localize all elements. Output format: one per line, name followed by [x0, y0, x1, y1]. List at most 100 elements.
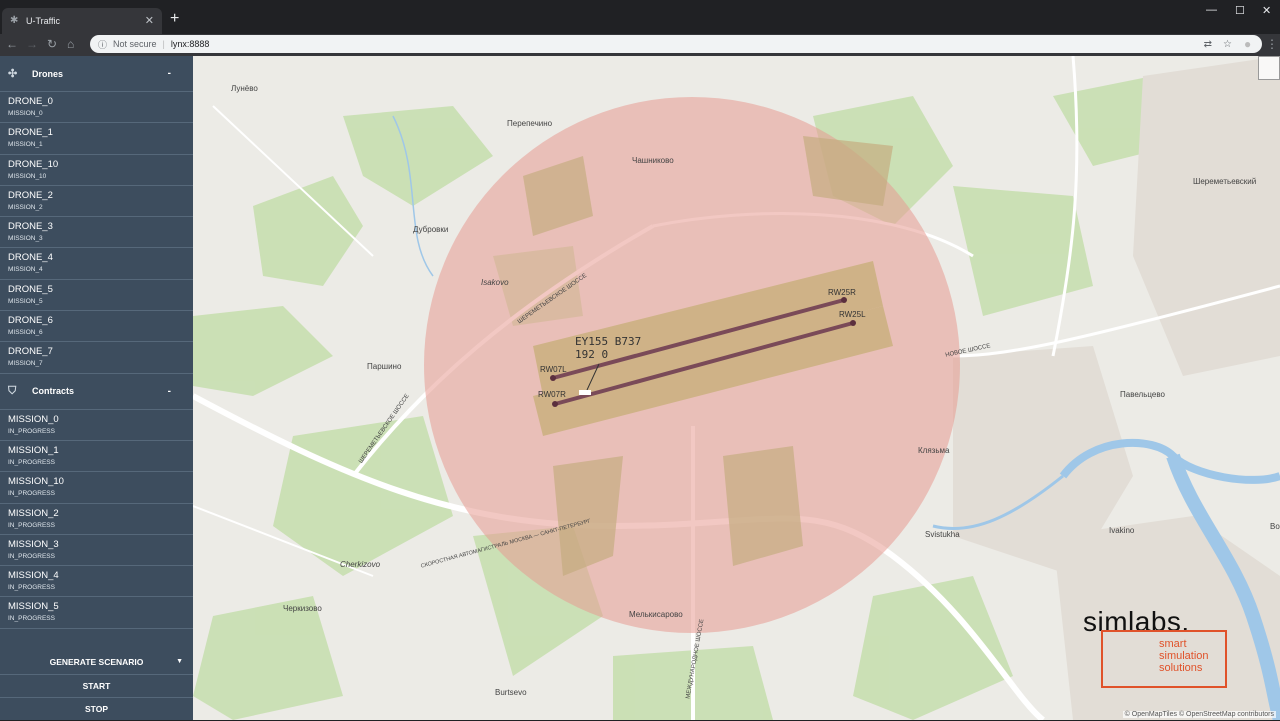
contract-status: IN_PROGRESS — [8, 552, 55, 560]
drone-list-item[interactable]: DRONE_10 MISSION_10 — [0, 155, 193, 186]
stop-button[interactable]: STOP — [0, 697, 193, 721]
security-status: Not secure — [113, 39, 157, 49]
simlabs-logo: simlabs. smart simulation solutions — [1083, 606, 1273, 696]
drone-name: DRONE_2 — [8, 189, 53, 201]
drone-name: DRONE_0 — [8, 96, 53, 107]
map-view[interactable]: Лунёво Перепечино Чашниково Шереметьевск… — [193, 56, 1280, 720]
menu-kebab-icon[interactable]: ⋮ — [1266, 37, 1278, 51]
runway-label: RW25L — [839, 310, 866, 319]
place-label: Перепечино — [507, 119, 553, 128]
drone-mission: MISSION_5 — [8, 297, 43, 305]
drone-name: DRONE_3 — [8, 221, 53, 233]
drone-mission: MISSION_10 — [8, 172, 47, 180]
drones-section-header[interactable]: ✣ Drones - — [0, 56, 193, 92]
reload-icon[interactable]: ↻ — [47, 37, 57, 51]
contract-list-item[interactable]: MISSION_2 IN_PROGRESS — [0, 504, 193, 535]
place-label: Cherkizovo — [340, 560, 381, 569]
contract-name: MISSION_5 — [8, 601, 59, 613]
maximize-icon[interactable]: ☐ — [1235, 4, 1245, 17]
info-icon[interactable]: ⓘ — [98, 38, 107, 51]
place-label: Чашниково — [632, 156, 674, 165]
drones-title: Drones — [32, 68, 64, 79]
start-label: START — [82, 680, 111, 691]
place-label: Isakovo — [481, 278, 509, 287]
back-icon[interactable]: ← — [6, 37, 18, 51]
drone-list-item[interactable]: DRONE_3 MISSION_3 — [0, 217, 193, 249]
contract-name: MISSION_1 — [8, 444, 59, 456]
drone-mission: MISSION_3 — [8, 235, 43, 243]
contract-list-item[interactable]: MISSION_5 IN_PROGRESS — [0, 597, 193, 629]
browser-tab-strip: ✱ U-Traffic ✕ + — ☐ ✕ — [0, 0, 1280, 34]
new-tab-button[interactable]: + — [170, 10, 179, 28]
place-label: Паршино — [367, 362, 402, 371]
browser-tab[interactable]: ✱ U-Traffic ✕ — [2, 8, 162, 34]
collapse-icon[interactable]: - — [168, 386, 171, 397]
contract-status: IN_PROGRESS — [8, 615, 55, 623]
contracts-section-header[interactable]: ⛉ Contracts - — [0, 374, 193, 410]
drone-mission: MISSION_1 — [8, 141, 43, 149]
drone-list-item[interactable]: DRONE_2 MISSION_2 — [0, 186, 193, 218]
generate-scenario-button[interactable]: GENERATE SCENARIO ▼ — [0, 650, 193, 674]
map-attribution[interactable]: © OpenMapTiles © OpenStreetMap contribut… — [1122, 711, 1276, 718]
drone-list-item[interactable]: DRONE_1 MISSION_1 — [0, 123, 193, 155]
drone-icon: ✣ — [8, 68, 18, 80]
drone-list: DRONE_0 MISSION_0 DRONE_1 MISSION_1 DRONE_10… — [0, 92, 193, 374]
drone-list-item[interactable]: DRONE_4 MISSION_4 — [0, 248, 193, 280]
place-label: Лунёво — [231, 84, 258, 93]
address-bar[interactable]: ⓘ Not secure | lynx:8888 ⇄ ☆ — [90, 35, 1262, 53]
drone-list-item[interactable]: DRONE_5 MISSION_5 — [0, 280, 193, 312]
home-icon[interactable]: ⌂ — [67, 37, 74, 51]
translate-icon[interactable]: ⇄ — [1204, 39, 1212, 50]
contracts-title: Contracts — [32, 386, 75, 397]
contract-list-item[interactable]: MISSION_1 IN_PROGRESS — [0, 441, 193, 473]
generate-scenario-label: GENERATE SCENARIO — [49, 656, 144, 667]
contract-status: IN_PROGRESS — [8, 521, 55, 529]
logo-tagline: smart simulation solutions — [1159, 638, 1209, 674]
drone-name: DRONE_10 — [8, 158, 59, 170]
place-label: Мелькисарово — [629, 610, 683, 619]
contract-list-item[interactable]: MISSION_3 IN_PROGRESS — [0, 535, 193, 567]
contract-status: IN_PROGRESS — [8, 427, 55, 435]
sidebar: ✣ Drones - DRONE_0 MISSION_0 DRONE_1 MISSIO… — [0, 56, 193, 720]
place-label: Дубровки — [413, 225, 449, 234]
aircraft-altitude: 192 0 — [575, 348, 609, 361]
chevron-down-icon: ▼ — [176, 658, 183, 666]
contract-list-item[interactable]: MISSION_4 IN_PROGRESS — [0, 566, 193, 598]
place-label: Павельцево — [1120, 390, 1165, 399]
drone-list-item[interactable]: DRONE_7 MISSION_7 — [0, 342, 193, 374]
drone-list-item[interactable]: DRONE_0 MISSION_0 — [0, 92, 193, 124]
place-label: Ivakino — [1109, 526, 1135, 535]
tab-close-icon[interactable]: ✕ — [145, 14, 154, 27]
browser-toolbar: ← → ↻ ⌂ ⓘ Not secure | lynx:8888 ⇄ ☆ ● ⋮ — [0, 34, 1280, 56]
contract-list: MISSION_0 IN_PROGRESS MISSION_1 IN_PROGRESS… — [0, 410, 193, 629]
contract-list-item[interactable]: MISSION_10 IN_PROGRESS — [0, 472, 193, 504]
place-label: Во — [1270, 522, 1280, 531]
drone-mission: MISSION_7 — [8, 360, 43, 368]
drone-list-item[interactable]: DRONE_6 MISSION_6 — [0, 311, 193, 343]
place-label: Клязьма — [918, 446, 950, 455]
forward-icon[interactable]: → — [26, 37, 38, 51]
contract-name: MISSION_4 — [8, 570, 59, 582]
runway-label: RW25R — [828, 288, 856, 297]
aircraft-label[interactable]: EY155 B737 192 0 — [575, 335, 641, 361]
drone-name: DRONE_7 — [8, 346, 53, 358]
profile-avatar[interactable]: ● — [1244, 37, 1251, 51]
drone-name: DRONE_4 — [8, 252, 53, 264]
place-label: Шереметьевский — [1193, 177, 1257, 186]
contract-list-item[interactable]: MISSION_0 IN_PROGRESS — [0, 410, 193, 441]
drone-name: DRONE_1 — [8, 127, 53, 139]
minimize-icon[interactable]: — — [1206, 4, 1217, 16]
place-label: Svistukha — [925, 530, 960, 539]
aircraft-callsign: EY155 B737 — [575, 335, 642, 348]
drone-name: DRONE_6 — [8, 315, 53, 327]
start-button[interactable]: START — [0, 673, 193, 698]
window-close-icon[interactable]: ✕ — [1262, 4, 1271, 17]
collapse-icon[interactable]: - — [168, 68, 171, 79]
contract-shield-icon: ⛉ — [8, 384, 17, 397]
map-fullscreen-button[interactable] — [1258, 56, 1280, 80]
stop-label: STOP — [85, 704, 108, 715]
drone-mission: MISSION_2 — [8, 203, 43, 211]
bookmark-star-icon[interactable]: ☆ — [1223, 39, 1232, 50]
contract-status: IN_PROGRESS — [8, 490, 55, 498]
app-favicon-icon: ✱ — [10, 15, 19, 26]
